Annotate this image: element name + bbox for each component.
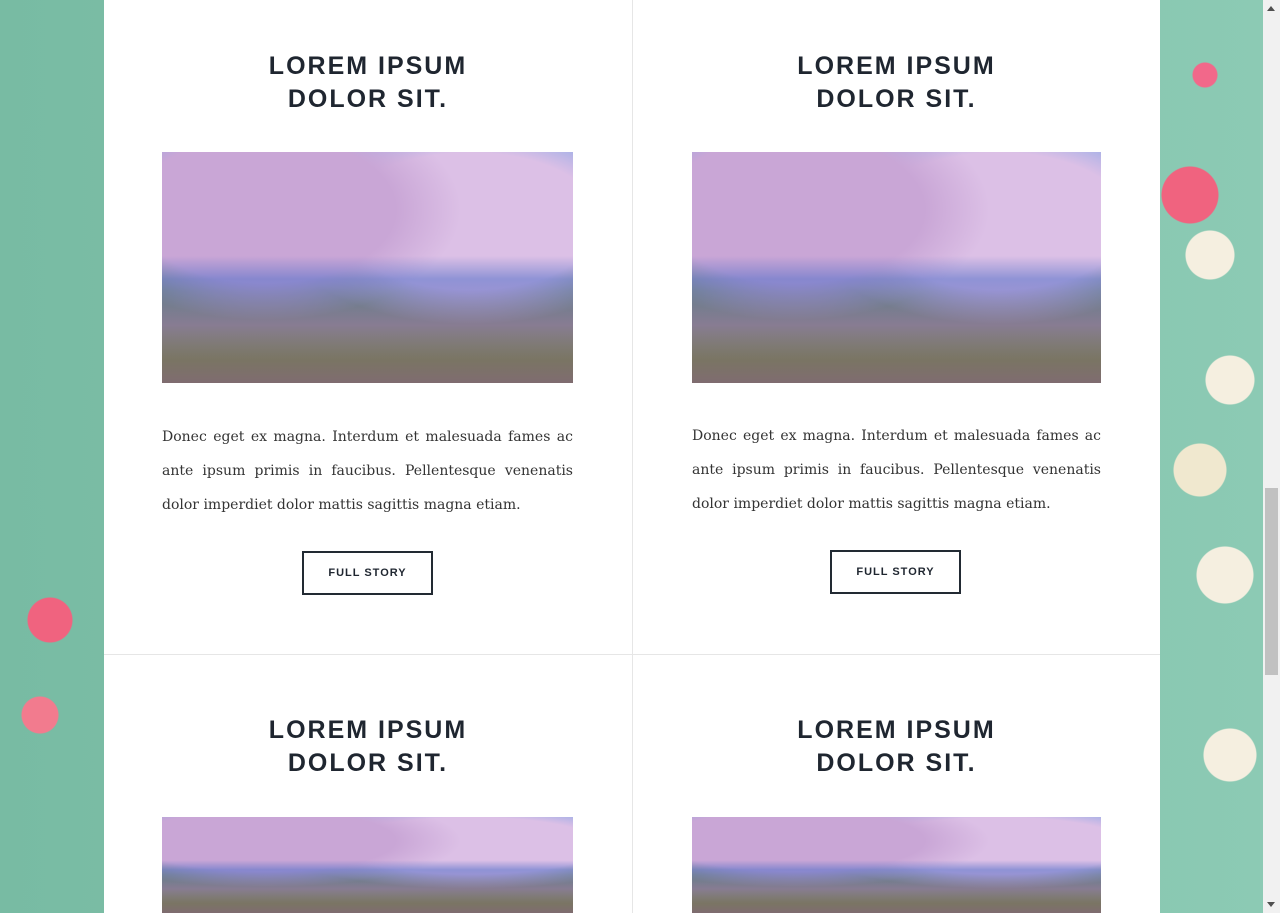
vertical-scrollbar[interactable] xyxy=(1263,0,1280,913)
title-line: DOLOR SIT. xyxy=(287,749,449,777)
articles-grid: LOREM IPSUM DOLOR SIT. Donec eget ex magn… xyxy=(104,0,1160,913)
full-story-button[interactable]: FULL STORY xyxy=(830,550,961,594)
article-card: LOREM IPSUM DOLOR SIT. xyxy=(104,655,633,913)
scroll-down-arrow-icon[interactable] xyxy=(1267,902,1275,907)
article-excerpt: Donec eget ex magna. Interdum et malesua… xyxy=(162,429,573,513)
article-excerpt: Donec eget ex magna. Interdum et malesua… xyxy=(692,428,1101,512)
title-line: LOREM IPSUM xyxy=(268,716,468,744)
cherry-blossom-canal-image xyxy=(692,817,1101,913)
title-line: DOLOR SIT. xyxy=(287,85,449,113)
article-card: LOREM IPSUM DOLOR SIT. Donec eget ex magn… xyxy=(104,0,633,655)
title-line: LOREM IPSUM xyxy=(797,52,996,80)
article-title: LOREM IPSUM DOLOR SIT. xyxy=(104,50,632,116)
title-line: LOREM IPSUM xyxy=(268,52,468,80)
article-title: LOREM IPSUM DOLOR SIT. xyxy=(104,714,632,780)
article-card: LOREM IPSUM DOLOR SIT. xyxy=(633,655,1160,913)
title-line: DOLOR SIT. xyxy=(816,85,977,113)
cherry-blossom-canal-image xyxy=(692,152,1101,383)
article-title: LOREM IPSUM DOLOR SIT. xyxy=(633,714,1160,780)
cherry-blossom-canal-image xyxy=(162,152,573,383)
full-story-button[interactable]: FULL STORY xyxy=(302,551,433,595)
title-line: LOREM IPSUM xyxy=(797,716,996,744)
title-line: DOLOR SIT. xyxy=(816,749,977,777)
scroll-up-arrow-icon[interactable] xyxy=(1267,6,1275,11)
article-card: LOREM IPSUM DOLOR SIT. Donec eget ex magn… xyxy=(633,0,1160,655)
scrollbar-thumb[interactable] xyxy=(1265,488,1278,675)
cherry-blossom-canal-image xyxy=(162,817,573,913)
article-title: LOREM IPSUM DOLOR SIT. xyxy=(633,50,1160,116)
